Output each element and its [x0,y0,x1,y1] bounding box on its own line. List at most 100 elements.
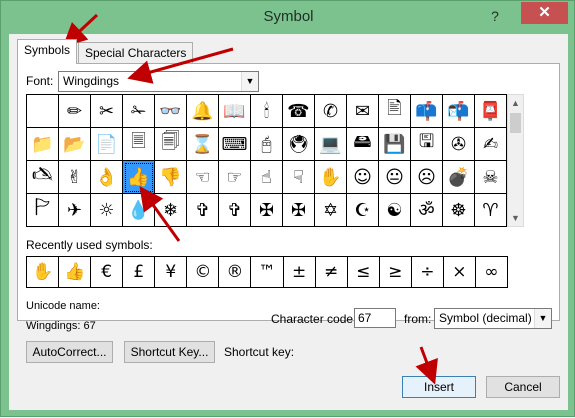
symbol-cell[interactable]: 👎 [155,161,187,194]
symbol-cell[interactable]: 💻 [315,128,347,161]
symbol-cell[interactable]: ✡ [315,194,347,227]
insert-button[interactable]: Insert [402,376,476,398]
symbol-grid-scrollbar[interactable]: ▲ ▼ [507,94,524,227]
tab-symbols[interactable]: Symbols [17,39,78,64]
symbol-cell[interactable]: 💾 [379,128,411,161]
symbol-cell[interactable]: 🖹 [379,95,411,128]
symbol-cell[interactable]: 🕯 [251,95,283,128]
symbol-cell[interactable]: ✋ [315,161,347,194]
recent-symbol-cell[interactable]: £ [123,257,156,288]
close-button[interactable]: ✕ [521,2,568,24]
recent-symbol-cell[interactable]: ® [219,257,252,288]
recent-symbol-cell[interactable]: ± [283,257,316,288]
symbol-cell[interactable]: 📁 [27,128,59,161]
autocorrect-button[interactable]: AutoCorrect... [26,341,113,363]
symbol-cell[interactable]: 📬 [443,95,475,128]
symbol-cell[interactable]: ☺ [347,161,379,194]
from-label: from: [404,312,432,326]
symbol-cell[interactable]: 👓 [155,95,187,128]
symbol-cell[interactable]: ✠ [283,194,315,227]
recent-symbol-cell[interactable]: × [443,257,476,288]
symbol-cell[interactable]: 🖰 [251,128,283,161]
recent-symbol-cell[interactable]: © [187,257,220,288]
chevron-down-icon[interactable]: ▼ [241,72,258,91]
recent-symbol-cell[interactable]: ¥ [155,257,188,288]
symbol-cell[interactable]: 🖲 [283,128,315,161]
recent-symbol-cell[interactable]: € [91,257,124,288]
symbol-cell[interactable]: 📖 [219,95,251,128]
symbol-grid: ✏ ✂ ✁ 👓 🔔 📖 🕯 ☎ ✆ ✉ 🖹 📫 📬 📮 📁 📂 📄 🗏 🗐 ⌛ ⌨ 🖰 🖲 💻 🖴 💾 🖫 ✇ ✍ 🖎 ✌ 👌 👍 👎 ☜ ☞ ☝ ☟ ✋ ☺… [26,94,507,227]
cancel-button[interactable]: Cancel [486,376,560,398]
recent-symbol-cell[interactable]: ÷ [411,257,444,288]
symbol-cell[interactable] [27,95,59,128]
symbol-cell[interactable]: ⌛ [187,128,219,161]
symbol-cell[interactable]: ✇ [443,128,475,161]
dialog-client-area: Symbols Special Characters Font: Wingdin… [9,34,568,410]
symbol-cell[interactable]: 🔔 [187,95,219,128]
recent-symbol-cell[interactable]: 👍 [59,257,92,288]
symbol-cell[interactable]: 📮 [475,95,507,128]
symbol-cell[interactable]: ॐ [411,194,443,227]
symbol-cell[interactable]: ✁ [123,95,155,128]
symbol-cell[interactable]: ✌ [59,161,91,194]
symbol-cell[interactable]: ☸ [443,194,475,227]
symbol-dialog-window: Symbol ? ✕ Symbols Special Characters Fo… [0,0,575,417]
symbol-cell[interactable]: ☝ [251,161,283,194]
symbol-cell[interactable]: ❄ [155,194,187,227]
symbol-cell[interactable]: ☪ [347,194,379,227]
symbol-cell[interactable]: ☟ [283,161,315,194]
symbol-cell[interactable]: ✞ [187,194,219,227]
symbol-cell[interactable]: 📫 [411,95,443,128]
symbol-cell[interactable]: ☎ [283,95,315,128]
symbol-cell[interactable]: ✆ [315,95,347,128]
symbol-cell[interactable]: ✏ [59,95,91,128]
symbol-cell[interactable]: 💧 [123,194,155,227]
recent-symbol-cell[interactable]: ✋ [27,257,60,288]
symbol-cell[interactable]: 🖴 [347,128,379,161]
help-button[interactable]: ? [485,5,505,27]
symbol-cell[interactable]: ☼ [91,194,123,227]
symbol-cell[interactable]: 🖎 [27,161,59,194]
symbol-cell[interactable]: ☹ [411,161,443,194]
symbol-cell[interactable]: ⌨ [219,128,251,161]
recently-used-label: Recently used symbols: [26,238,153,252]
character-code-label: Character code: [271,312,357,326]
character-code-input[interactable]: 67 [354,308,396,328]
symbol-cell[interactable]: ☜ [187,161,219,194]
symbol-cell[interactable]: ✉ [347,95,379,128]
recent-symbol-cell[interactable]: ∞ [475,257,508,288]
symbol-cell[interactable]: 🗐 [155,128,187,161]
font-label: Font: [26,74,54,88]
tab-special-characters-label: Special Characters [85,46,187,60]
symbol-cell[interactable]: ☞ [219,161,251,194]
recent-symbol-cell[interactable]: ≠ [315,257,348,288]
tab-special-characters[interactable]: Special Characters [78,42,194,63]
symbol-cell[interactable]: ✞ [219,194,251,227]
symbol-cell[interactable]: ✍ [475,128,507,161]
recent-symbol-cell[interactable]: ≥ [379,257,412,288]
symbol-cell[interactable]: ✠ [251,194,283,227]
symbol-cell[interactable]: 📂 [59,128,91,161]
symbol-cell[interactable]: ✈ [59,194,91,227]
shortcut-key-button[interactable]: Shortcut Key... [124,341,215,363]
symbol-cell[interactable]: ♈ [475,194,507,227]
recent-symbol-cell[interactable]: ≤ [347,257,380,288]
symbol-cell[interactable]: 👍 [123,161,155,194]
symbol-cell[interactable]: ✂ [91,95,123,128]
symbol-cell[interactable]: 📄 [91,128,123,161]
symbol-cell[interactable]: 😐 [379,161,411,194]
symbol-cell[interactable]: 💣 [443,161,475,194]
symbol-cell[interactable]: ☠ [475,161,507,194]
symbol-cell[interactable]: ☯ [379,194,411,227]
symbol-cell[interactable]: 🏱 [27,194,59,227]
scroll-thumb[interactable] [510,113,521,133]
chevron-down-icon[interactable]: ▼ [534,309,551,328]
symbol-cell[interactable]: 🖫 [411,128,443,161]
scroll-up-icon[interactable]: ▲ [508,95,523,111]
symbol-cell[interactable]: 🗏 [123,128,155,161]
recent-symbol-cell[interactable]: ™ [251,257,284,288]
symbol-cell[interactable]: 👌 [91,161,123,194]
scroll-down-icon[interactable]: ▼ [508,210,523,226]
font-select[interactable]: Wingdings ▼ [58,71,259,92]
from-select[interactable]: Symbol (decimal) ▼ [434,308,552,329]
